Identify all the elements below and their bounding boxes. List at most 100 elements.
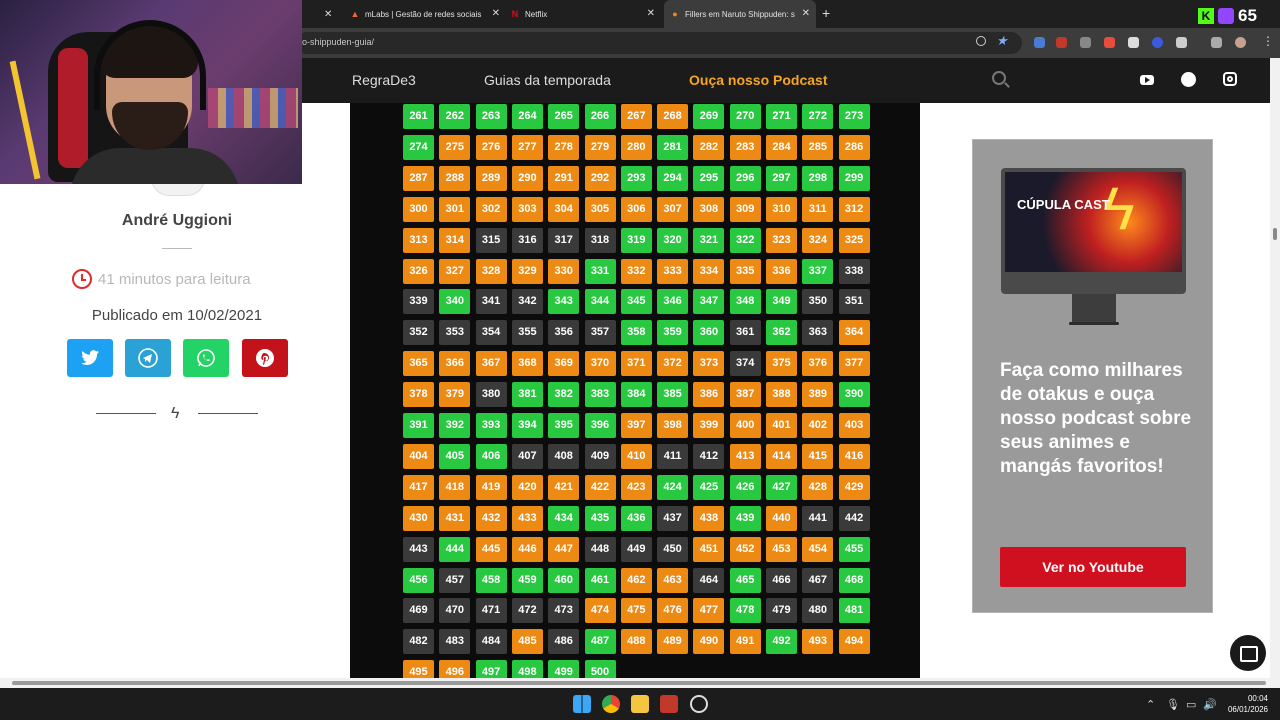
volume-icon[interactable]: 🔊 [1203, 698, 1217, 711]
episode-cell: 374 [729, 351, 761, 377]
episode-cell: 461 [584, 567, 616, 593]
youtube-button[interactable]: Ver no Youtube [1000, 547, 1186, 587]
episode-cell: 304 [548, 196, 580, 222]
episode-cell: 443 [403, 536, 434, 562]
episode-cell: 360 [693, 320, 725, 346]
extension-icon[interactable] [1152, 37, 1163, 48]
episode-cell: 353 [439, 320, 471, 346]
episode-cell: 411 [657, 443, 689, 469]
close-icon[interactable]: ✕ [802, 8, 810, 19]
episode-cell: 335 [729, 258, 761, 284]
tab-label: Netflix [525, 9, 548, 19]
youtube-icon[interactable] [1140, 75, 1154, 85]
chrome-icon[interactable] [602, 695, 620, 713]
tray-chevron-icon[interactable]: ⌃ [1146, 698, 1155, 711]
tab-fillers[interactable]: ● Fillers em Naruto Shippuden: s ✕ [664, 0, 816, 28]
tab-close-prev[interactable]: ✕ [324, 0, 332, 28]
microphone-icon[interactable]: 🎙 [1166, 698, 1180, 711]
episode-cell: 327 [439, 258, 471, 284]
profile-avatar[interactable] [1235, 37, 1246, 48]
reader-mode-button[interactable] [1230, 635, 1266, 671]
system-clock[interactable]: 00:04 06/01/2026 [1222, 693, 1268, 715]
nav-podcast[interactable]: Ouça nosso Podcast [689, 72, 827, 88]
episode-cell: 468 [838, 567, 870, 593]
episode-cell: 415 [802, 443, 834, 469]
app-icon[interactable] [660, 695, 678, 713]
episode-cell: 433 [511, 505, 543, 531]
episode-cell: 303 [511, 196, 543, 222]
episode-cell: 409 [584, 443, 616, 469]
episode-cell: 277 [511, 134, 543, 160]
file-explorer-icon[interactable] [631, 695, 649, 713]
share-whatsapp-button[interactable] [183, 339, 229, 377]
tab-mlabs[interactable]: ▲ mLabs | Gestão de redes sociais ✕ [350, 0, 500, 28]
episode-cell: 386 [693, 382, 725, 408]
spotify-icon[interactable] [1181, 72, 1196, 87]
episode-cell: 393 [475, 413, 507, 438]
extension-icon[interactable] [1128, 37, 1139, 48]
episode-cell: 400 [729, 413, 761, 438]
reading-list-icon[interactable] [1211, 37, 1222, 48]
episode-cell: 349 [766, 289, 797, 315]
address-bar[interactable]: o-shippuden-guia/ ★ [296, 32, 1022, 54]
episode-cell: 453 [766, 536, 797, 562]
network-icon[interactable]: ▭ [1186, 698, 1196, 711]
read-time: 41 minutos para leitura [98, 271, 251, 288]
menu-kebab-icon[interactable]: ⋮ [1262, 34, 1274, 48]
episode-cell: 434 [548, 505, 580, 531]
episode-cell: 336 [766, 258, 797, 284]
scrollbar-thumb[interactable] [12, 681, 1266, 685]
search-icon[interactable] [992, 71, 1006, 85]
scrollbar-thumb[interactable] [1273, 228, 1277, 240]
extension-icon[interactable] [1104, 37, 1115, 48]
episode-cell: 272 [802, 104, 834, 129]
episode-cell: 462 [620, 567, 652, 593]
close-icon[interactable]: ✕ [647, 8, 655, 19]
webcam-shelf [208, 88, 298, 128]
vertical-scrollbar[interactable] [1270, 58, 1280, 678]
podcast-cover: ϟ CÚPULA CAST [1005, 172, 1182, 272]
twitter-icon [81, 350, 99, 365]
episode-cell: 463 [657, 567, 689, 593]
share-pinterest-button[interactable] [242, 339, 288, 377]
episode-cell: 417 [403, 474, 434, 500]
instagram-icon[interactable] [1223, 72, 1237, 86]
episode-cell: 301 [439, 196, 471, 222]
episode-cell: 292 [584, 165, 616, 191]
tab-netflix[interactable]: N Netflix ✕ [510, 0, 655, 28]
share-twitter-button[interactable] [67, 339, 113, 377]
episode-cell: 454 [802, 536, 834, 562]
episode-cell: 428 [802, 474, 834, 500]
nav-guias-temporada[interactable]: Guias da temporada [484, 72, 611, 88]
kick-icon: K [1198, 8, 1214, 24]
divider [198, 413, 258, 414]
episode-cell: 312 [838, 196, 870, 222]
episode-cell: 293 [620, 165, 652, 191]
horizontal-scrollbar[interactable] [0, 678, 1280, 688]
author-name[interactable]: André Uggioni [0, 212, 354, 230]
episode-cell: 390 [838, 382, 870, 408]
episode-cell: 465 [729, 567, 761, 593]
app-icon[interactable] [690, 695, 708, 713]
episode-cell: 264 [511, 104, 543, 129]
extensions-puzzle-icon[interactable] [1176, 37, 1187, 48]
extension-icon[interactable] [1056, 37, 1067, 48]
close-icon[interactable]: ✕ [492, 8, 500, 19]
nav-regrade3[interactable]: RegraDe3 [352, 72, 416, 88]
windows-start-icon[interactable] [573, 695, 591, 713]
episode-cell: 399 [693, 413, 725, 438]
new-tab-button[interactable]: + [822, 5, 830, 21]
episode-cell: 416 [838, 443, 870, 469]
episode-cell: 466 [766, 567, 797, 593]
bookmark-star-icon[interactable]: ★ [996, 33, 1008, 49]
extension-icon[interactable] [1034, 37, 1045, 48]
zoom-icon[interactable] [976, 36, 986, 46]
episode-cell: 345 [620, 289, 652, 315]
share-telegram-button[interactable] [125, 339, 171, 377]
viewer-count: 65 [1238, 6, 1257, 25]
screen-root: { "browser": { "tabs": [ {"label": "mLab… [0, 0, 1280, 720]
episode-cell: 307 [657, 196, 689, 222]
episode-cell: 403 [838, 413, 870, 438]
extension-icon[interactable] [1080, 37, 1091, 48]
episode-cell: 316 [511, 227, 543, 253]
